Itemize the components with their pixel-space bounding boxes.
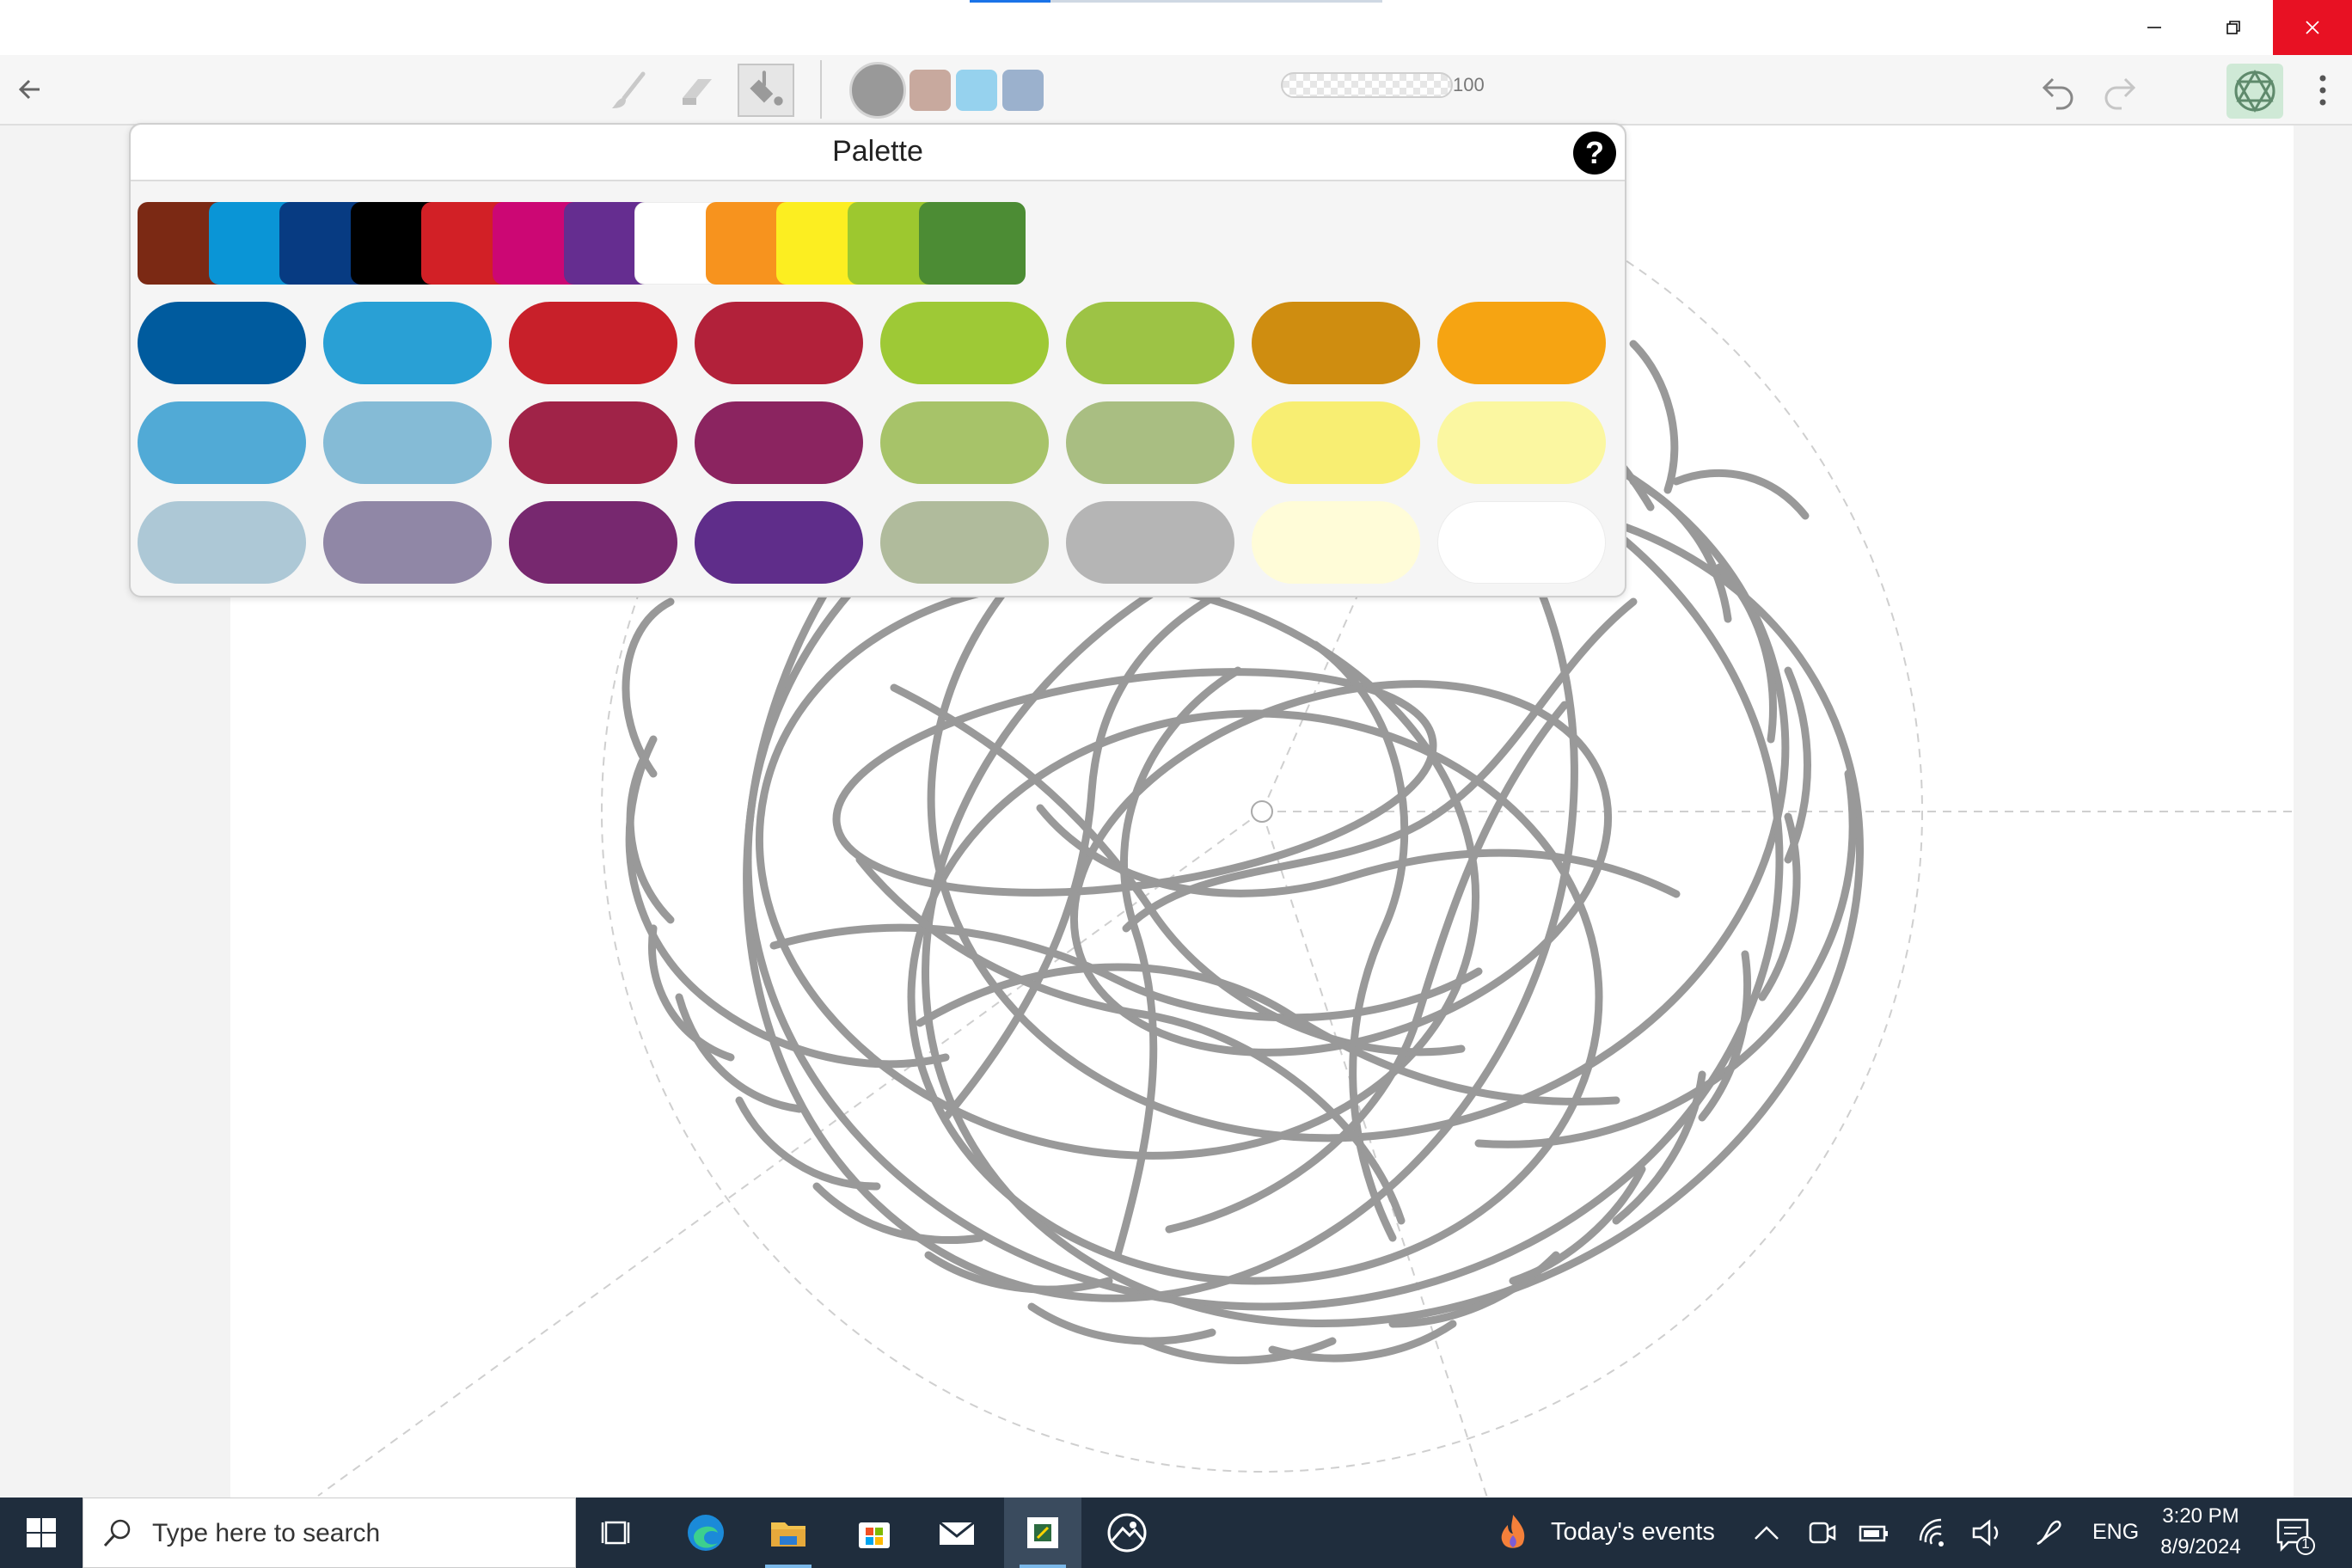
palette-color-swatch[interactable] xyxy=(1252,401,1420,484)
palette-color-swatch[interactable] xyxy=(1437,302,1606,384)
battery-icon[interactable] xyxy=(1857,1515,1893,1551)
palette-color-swatch[interactable] xyxy=(1066,302,1234,384)
mail-icon xyxy=(939,1521,975,1545)
palette-color-swatch[interactable] xyxy=(880,302,1049,384)
photos-app-button[interactable] xyxy=(1088,1498,1166,1568)
photos-icon xyxy=(1107,1513,1147,1553)
clock-date[interactable]: 8/9/2024 xyxy=(2149,1535,2252,1559)
task-view-icon xyxy=(601,1521,630,1545)
running-indicator xyxy=(765,1565,812,1568)
microsoft-store-button[interactable] xyxy=(836,1498,913,1568)
notification-count: 1 xyxy=(2301,1535,2310,1552)
file-explorer-button[interactable] xyxy=(750,1498,827,1568)
palette-color-swatch[interactable] xyxy=(509,302,677,384)
palette-color-swatch[interactable] xyxy=(323,401,492,484)
windows-logo-icon xyxy=(27,1518,56,1547)
palette-color-swatch[interactable] xyxy=(880,501,1049,584)
input-language[interactable]: ENG xyxy=(2092,1520,2139,1545)
palette-color-swatch[interactable] xyxy=(880,401,1049,484)
palette-title: Palette xyxy=(832,135,923,168)
search-icon xyxy=(103,1519,131,1547)
edge-icon xyxy=(688,1515,724,1551)
meet-now-icon[interactable] xyxy=(1804,1515,1840,1551)
palette-color-swatch[interactable] xyxy=(1437,401,1606,484)
task-view-button[interactable] xyxy=(579,1498,657,1568)
active-app-button[interactable] xyxy=(1004,1498,1081,1568)
palette-color-swatch[interactable] xyxy=(1252,501,1420,584)
flame-icon xyxy=(1501,1515,1525,1548)
basic-color-swatch[interactable] xyxy=(918,202,1026,285)
folder-icon xyxy=(771,1522,805,1547)
help-button[interactable]: ? xyxy=(1573,132,1616,175)
palette-color-swatch[interactable] xyxy=(509,501,677,584)
pen-icon[interactable] xyxy=(2030,1515,2067,1551)
todays-events-label[interactable]: Today's events xyxy=(1551,1518,1715,1547)
palette-color-swatch[interactable] xyxy=(323,501,492,584)
palette-color-swatch[interactable] xyxy=(695,302,863,384)
palette-color-swatch[interactable] xyxy=(1066,401,1234,484)
volume-icon[interactable] xyxy=(1969,1515,2005,1551)
palette-color-swatch[interactable] xyxy=(138,401,306,484)
palette-header: Palette ? xyxy=(131,125,1625,181)
weather-widget-button[interactable] xyxy=(1479,1498,1547,1568)
running-indicator xyxy=(1020,1565,1066,1568)
notifications-button[interactable]: 1 xyxy=(2273,1513,2316,1556)
palette-color-swatch[interactable] xyxy=(1066,501,1234,584)
start-button[interactable] xyxy=(0,1498,83,1568)
palette-color-swatch[interactable] xyxy=(695,501,863,584)
palette-popup: Palette ? xyxy=(129,123,1626,597)
taskbar-search-box[interactable]: Type here to search xyxy=(83,1498,576,1568)
palette-color-swatch[interactable] xyxy=(138,302,306,384)
palette-color-swatch[interactable] xyxy=(1252,302,1420,384)
edge-browser-button[interactable] xyxy=(667,1498,744,1568)
store-icon xyxy=(859,1522,890,1548)
help-icon: ? xyxy=(1585,135,1604,170)
palette-color-swatch[interactable] xyxy=(509,401,677,484)
search-placeholder: Type here to search xyxy=(152,1519,381,1547)
mail-button[interactable] xyxy=(918,1498,995,1568)
windows-taskbar: Type here to search Today's events ENG 3… xyxy=(0,1498,2352,1568)
palette-color-swatch[interactable] xyxy=(1437,501,1606,584)
chevron-up-icon[interactable] xyxy=(1749,1515,1785,1551)
wifi-icon[interactable] xyxy=(1915,1515,1951,1551)
palette-color-swatch[interactable] xyxy=(138,501,306,584)
palette-color-swatch[interactable] xyxy=(695,401,863,484)
palette-color-swatch[interactable] xyxy=(323,302,492,384)
app-window-icon xyxy=(1027,1517,1058,1548)
clock-time[interactable]: 3:20 PM xyxy=(2149,1504,2252,1528)
